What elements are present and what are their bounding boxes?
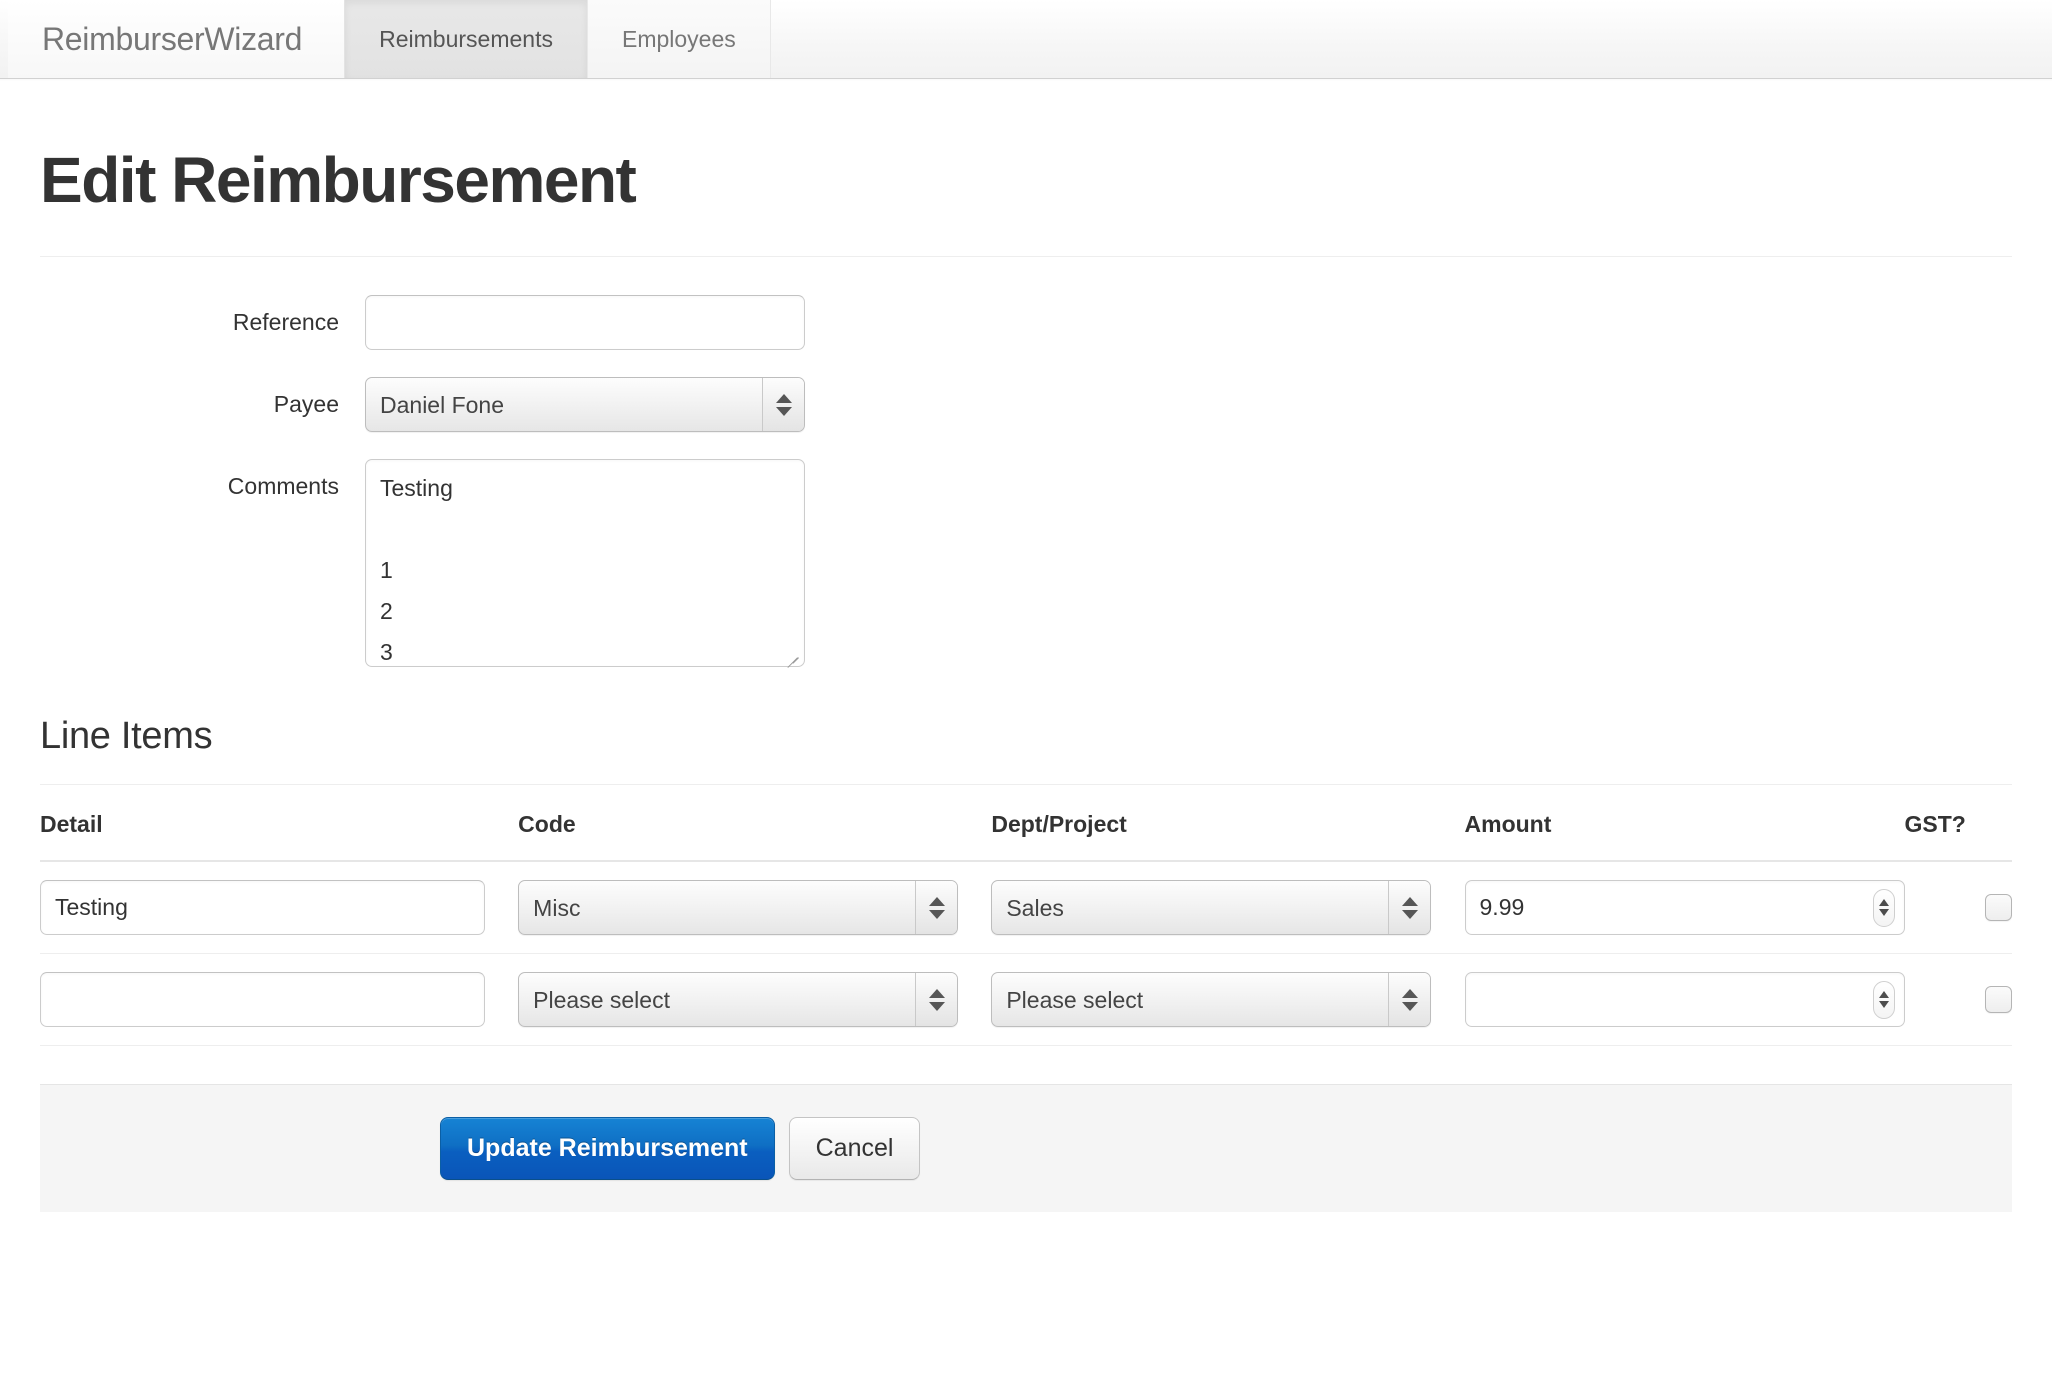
nav-tab-employees[interactable]: Employees <box>588 0 771 78</box>
cell-amount <box>1465 861 1905 954</box>
cell-gst <box>1905 954 2012 1046</box>
cell-amount <box>1465 954 1905 1046</box>
table-row: Please select Please select <box>40 954 2012 1046</box>
code-select-wrapper-row-1: Misc <box>518 880 958 935</box>
code-select-row-2[interactable]: Please select <box>518 972 958 1027</box>
cancel-button[interactable]: Cancel <box>789 1117 921 1180</box>
cell-dept: Please select <box>991 954 1464 1046</box>
detail-input-row-1[interactable] <box>40 880 485 935</box>
cell-detail <box>40 954 518 1046</box>
comments-textarea[interactable]: Testing 1 2 3 <box>365 459 805 667</box>
column-header-code: Code <box>518 785 991 861</box>
dept-select-wrapper-row-2: Please select <box>991 972 1431 1027</box>
table-header-row: Detail Code Dept/Project Amount GST? <box>40 785 2012 861</box>
payee-label: Payee <box>40 377 365 420</box>
reimbursement-form: Reference Payee Daniel Fone Comments Tes… <box>40 257 2012 667</box>
line-items-title: Line Items <box>40 715 2012 758</box>
nav-tab-reimbursements[interactable]: Reimbursements <box>345 0 588 78</box>
column-header-gst: GST? <box>1905 785 2012 861</box>
comments-wrapper: Testing 1 2 3 <box>365 459 805 667</box>
table-row: Misc Sales <box>40 861 2012 954</box>
reference-input[interactable] <box>365 295 805 350</box>
cell-code: Please select <box>518 954 991 1046</box>
code-select-row-1[interactable]: Misc <box>518 880 958 935</box>
form-row-reference: Reference <box>40 295 2012 350</box>
reference-label: Reference <box>40 295 365 338</box>
form-row-payee: Payee Daniel Fone <box>40 377 2012 432</box>
cell-detail <box>40 861 518 954</box>
dept-select-row-2[interactable]: Please select <box>991 972 1431 1027</box>
payee-select[interactable]: Daniel Fone <box>365 377 805 432</box>
amount-wrapper-row-2 <box>1465 972 1905 1027</box>
amount-input-row-1[interactable] <box>1465 880 1905 935</box>
amount-input-row-2[interactable] <box>1465 972 1905 1027</box>
line-items-table: Detail Code Dept/Project Amount GST? Mis… <box>40 785 2012 1046</box>
cell-dept: Sales <box>991 861 1464 954</box>
page-container: Edit Reimbursement Reference Payee Danie… <box>0 147 2052 1212</box>
amount-wrapper-row-1 <box>1465 880 1905 935</box>
detail-input-row-2[interactable] <box>40 972 485 1027</box>
comments-label: Comments <box>40 459 365 502</box>
column-header-dept: Dept/Project <box>991 785 1464 861</box>
line-items-body: Misc Sales <box>40 861 2012 1046</box>
page-title: Edit Reimbursement <box>40 147 2012 214</box>
navbar: ReimburserWizard Reimbursements Employee… <box>0 0 2052 79</box>
cell-code: Misc <box>518 861 991 954</box>
brand-logo[interactable]: ReimburserWizard <box>8 0 345 78</box>
dept-select-wrapper-row-1: Sales <box>991 880 1431 935</box>
column-header-amount: Amount <box>1465 785 1905 861</box>
line-items-head: Detail Code Dept/Project Amount GST? <box>40 785 2012 861</box>
gst-checkbox-row-1[interactable] <box>1985 894 2012 921</box>
update-reimbursement-button[interactable]: Update Reimbursement <box>440 1117 775 1180</box>
gst-checkbox-row-2[interactable] <box>1985 986 2012 1013</box>
form-row-comments: Comments Testing 1 2 3 <box>40 459 2012 667</box>
code-select-wrapper-row-2: Please select <box>518 972 958 1027</box>
column-header-detail: Detail <box>40 785 518 861</box>
dept-select-row-1[interactable]: Sales <box>991 880 1431 935</box>
form-actions-bar: Update Reimbursement Cancel <box>40 1084 2012 1212</box>
payee-select-wrapper: Daniel Fone <box>365 377 805 432</box>
cell-gst <box>1905 861 2012 954</box>
